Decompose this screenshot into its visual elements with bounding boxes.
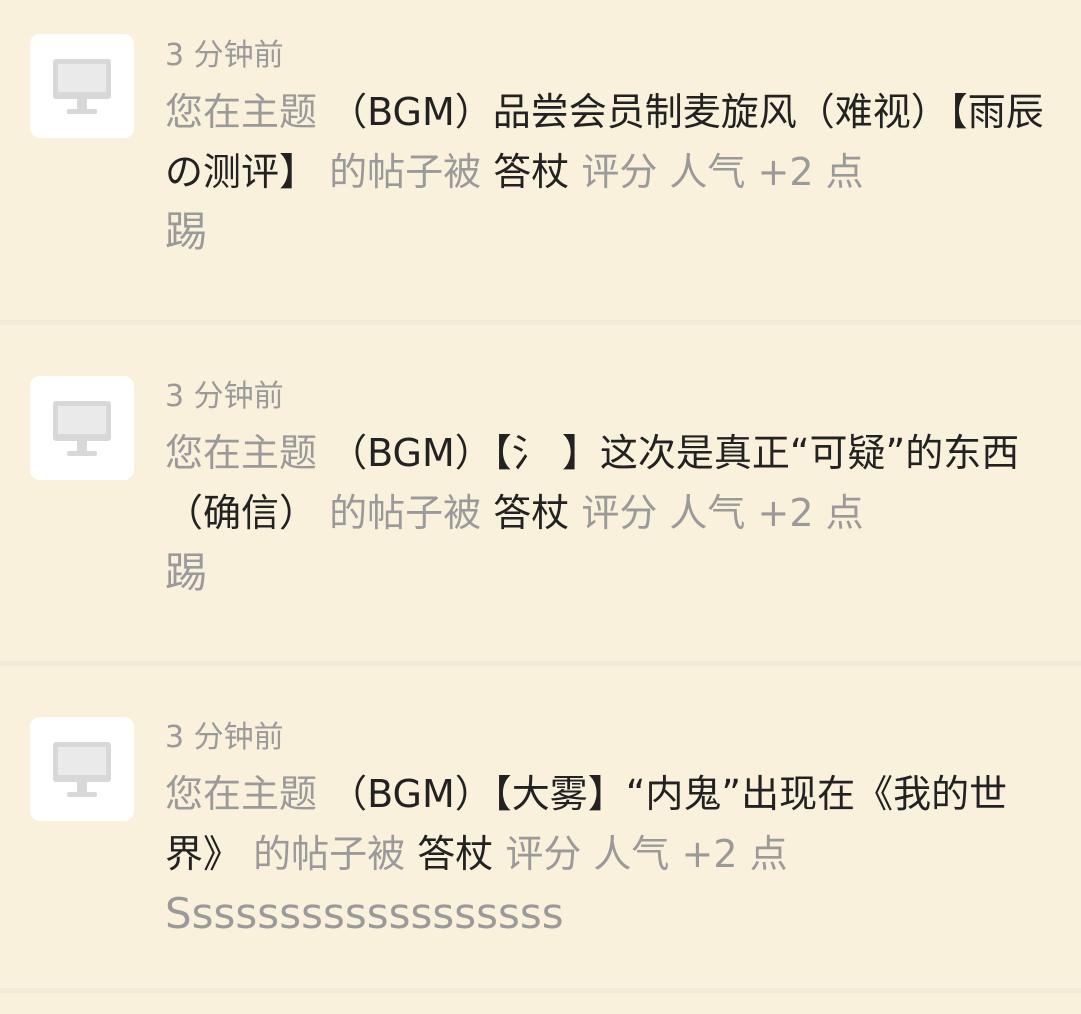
message-prefix: 您在主题 bbox=[165, 90, 318, 134]
rating-reason: Ssssssssssssssssss bbox=[165, 889, 564, 938]
message-prefix: 您在主题 bbox=[165, 431, 318, 475]
rating-action: 评分 人气 +2 点 bbox=[581, 491, 864, 535]
timestamp: 3 分钟前 bbox=[165, 379, 284, 414]
rating-action: 评分 人气 +2 点 bbox=[505, 832, 788, 876]
notification-item[interactable]: 3 分钟前 您在主题 （BGM）【氵 】这次是真正“可疑”的东西（确信） 的帖子… bbox=[0, 325, 1081, 662]
user-link[interactable]: 答杖 bbox=[417, 832, 493, 876]
notification-item[interactable]: 3 分钟前 您在主题 （BGM）【大雾】“内鬼”出现在《我的世界》 的帖子被 答… bbox=[0, 666, 1081, 988]
message-mid: 的帖子被 bbox=[253, 832, 406, 876]
avatar[interactable] bbox=[30, 34, 134, 138]
notification-item[interactable]: 3 分钟前 您在主题 （BGM）品尝会员制麦旋风（难视）【雨辰の测评】 的帖子被… bbox=[0, 0, 1081, 322]
rating-action: 评分 人气 +2 点 bbox=[581, 150, 864, 194]
timestamp: 3 分钟前 bbox=[165, 38, 284, 73]
rating-reason: 踢 bbox=[165, 207, 208, 256]
notification-message: 您在主题 （BGM）【氵 】这次是真正“可疑”的东西（确信） 的帖子被 答杖 评… bbox=[165, 423, 1045, 543]
avatar[interactable] bbox=[30, 717, 134, 821]
notification-content: 3 分钟前 您在主题 （BGM）品尝会员制麦旋风（难视）【雨辰の测评】 的帖子被… bbox=[165, 36, 1045, 258]
notification-content: 3 分钟前 您在主题 （BGM）【氵 】这次是真正“可疑”的东西（确信） 的帖子… bbox=[165, 377, 1045, 599]
notification-message: 您在主题 （BGM）【大雾】“内鬼”出现在《我的世界》 的帖子被 答杖 评分 人… bbox=[165, 764, 1045, 884]
user-link[interactable]: 答杖 bbox=[493, 491, 569, 535]
notification-message: 您在主题 （BGM）品尝会员制麦旋风（难视）【雨辰の测评】 的帖子被 答杖 评分… bbox=[165, 82, 1045, 202]
monitor-icon bbox=[53, 742, 111, 797]
notification-list: 3 分钟前 您在主题 （BGM）品尝会员制麦旋风（难视）【雨辰の测评】 的帖子被… bbox=[0, 0, 1081, 1014]
rating-reason: 踢 bbox=[165, 548, 208, 597]
user-link[interactable]: 答杖 bbox=[493, 150, 569, 194]
message-mid: 的帖子被 bbox=[329, 491, 482, 535]
timestamp: 3 分钟前 bbox=[165, 720, 284, 755]
monitor-icon bbox=[53, 59, 111, 114]
message-prefix: 您在主题 bbox=[165, 772, 318, 816]
monitor-icon bbox=[53, 401, 111, 456]
notification-content: 3 分钟前 您在主题 （BGM）【大雾】“内鬼”出现在《我的世界》 的帖子被 答… bbox=[165, 718, 1045, 940]
message-mid: 的帖子被 bbox=[329, 150, 482, 194]
avatar[interactable] bbox=[30, 376, 134, 480]
notification-item[interactable] bbox=[0, 993, 1081, 1014]
